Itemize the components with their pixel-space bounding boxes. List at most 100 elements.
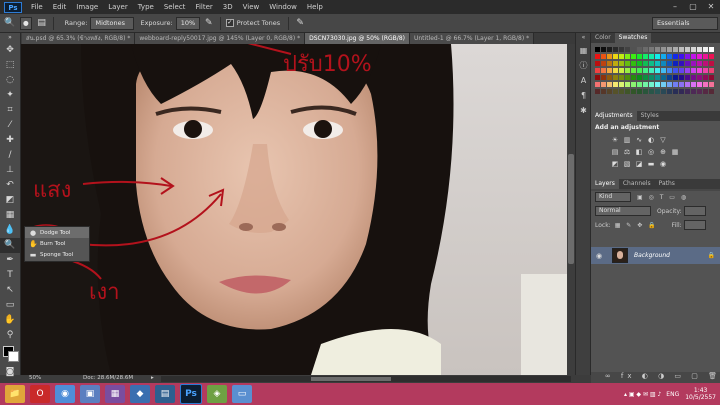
blur-tool-icon[interactable]: 💧 — [0, 223, 20, 238]
color-swatch[interactable] — [691, 82, 696, 87]
color-swatch[interactable] — [709, 89, 714, 94]
shape-tool-icon[interactable]: ▭ — [0, 298, 20, 313]
color-swatch[interactable] — [679, 61, 684, 66]
color-swatch[interactable] — [673, 54, 678, 59]
color-swatch[interactable] — [679, 82, 684, 87]
history-brush-icon[interactable]: ↶ — [0, 178, 20, 193]
color-swatch[interactable] — [709, 61, 714, 66]
tab-channels[interactable]: Channels — [619, 179, 655, 189]
range-select[interactable]: Midtones — [90, 16, 135, 30]
lookup-icon[interactable]: ▦ — [670, 147, 680, 157]
balance-icon[interactable]: ⚖ — [622, 147, 632, 157]
color-swatch[interactable] — [631, 54, 636, 59]
selective-color-icon[interactable]: ◉ — [658, 159, 668, 169]
color-swatch[interactable] — [703, 54, 708, 59]
color-swatch[interactable] — [637, 89, 642, 94]
clone-stamp-icon[interactable]: ⊥ — [0, 163, 20, 178]
doc-tab[interactable]: webboard-reply50017.jpg @ 145% (Layer 0,… — [135, 33, 306, 44]
color-swatch[interactable] — [661, 82, 666, 87]
crop-tool-icon[interactable]: ⌗ — [0, 103, 20, 118]
collapse-icon[interactable]: « — [576, 33, 591, 43]
color-swatch[interactable] — [685, 68, 690, 73]
lasso-tool-icon[interactable]: ◌ — [0, 73, 20, 88]
color-swatch[interactable] — [595, 75, 600, 80]
hand-tool-icon[interactable]: ✋ — [0, 313, 20, 328]
color-swatch[interactable] — [709, 68, 714, 73]
color-swatch[interactable] — [613, 47, 618, 52]
color-swatch[interactable] — [691, 68, 696, 73]
tab-swatches[interactable]: Swatches — [614, 33, 652, 43]
clock[interactable]: 1:43 10/5/2557 — [685, 387, 716, 401]
color-swatch[interactable] — [685, 89, 690, 94]
color-swatch[interactable] — [601, 47, 606, 52]
color-swatch[interactable] — [703, 75, 708, 80]
color-swatch[interactable] — [661, 89, 666, 94]
close-icon[interactable]: ✕ — [702, 0, 720, 14]
color-swatch[interactable] — [595, 54, 600, 59]
color-swatch[interactable] — [679, 68, 684, 73]
color-swatch[interactable] — [613, 75, 618, 80]
zoom-tool-icon[interactable]: ⚲ — [0, 328, 20, 343]
color-swatch[interactable] — [631, 75, 636, 80]
menu-type[interactable]: Type — [133, 0, 159, 14]
brush-panel-icon[interactable]: ▤ — [36, 17, 48, 29]
doc-tab[interactable]: Untitled-1 @ 66.7% (Layer 1, RGB/8) * — [409, 33, 535, 44]
doc-tab[interactable]: ส่น.psd @ 65.3% (ข้างหลัง, RGB/8) * — [22, 33, 136, 44]
invert-icon[interactable]: ◩ — [610, 159, 620, 169]
tray-icons[interactable]: ▴ ▣ ◆ ✉ ▥ ♪ — [624, 391, 661, 398]
color-swatch[interactable] — [643, 89, 648, 94]
color-swatch[interactable] — [607, 68, 612, 73]
marquee-tool-icon[interactable]: ⬚ — [0, 58, 20, 73]
menu-layer[interactable]: Layer — [103, 0, 133, 14]
menu-3d[interactable]: 3D — [218, 0, 238, 14]
kind-filter[interactable]: Kind — [595, 192, 631, 202]
menu-image[interactable]: Image — [71, 0, 103, 14]
color-swatch[interactable] — [649, 68, 654, 73]
color-swatch[interactable] — [607, 75, 612, 80]
color-swatch[interactable] — [649, 54, 654, 59]
opera-icon[interactable]: O — [30, 385, 50, 403]
color-swatch[interactable] — [619, 47, 624, 52]
dodge-tool-icon[interactable]: 🔍 — [0, 238, 20, 253]
color-swatch[interactable] — [625, 89, 630, 94]
blend-mode-select[interactable]: Normal — [595, 206, 651, 216]
color-swatch[interactable] — [607, 61, 612, 66]
color-swatch[interactable] — [697, 82, 702, 87]
gradient-map-icon[interactable]: ▬ — [646, 159, 656, 169]
color-swatch[interactable] — [703, 89, 708, 94]
lock-icons[interactable]: ▦ ✎ ✥ 🔒 — [615, 222, 658, 229]
menu-file[interactable]: File — [26, 0, 48, 14]
color-swatch[interactable] — [631, 47, 636, 52]
color-swatch[interactable] — [595, 82, 600, 87]
levels-icon[interactable]: ▥ — [622, 135, 632, 145]
zoom-level[interactable]: 50% — [29, 375, 41, 381]
color-swatch[interactable] — [697, 54, 702, 59]
color-swatch[interactable] — [613, 61, 618, 66]
color-swatch[interactable] — [601, 82, 606, 87]
color-swatch[interactable] — [637, 61, 642, 66]
color-swatch[interactable] — [697, 47, 702, 52]
color-swatch[interactable] — [673, 75, 678, 80]
color-swatch[interactable] — [625, 75, 630, 80]
horizontal-scrollbar[interactable] — [161, 376, 571, 382]
color-swatch[interactable] — [637, 54, 642, 59]
layer-row-background[interactable]: ◉ Background 🔒 — [591, 247, 720, 264]
color-swatch[interactable] — [667, 68, 672, 73]
path-select-icon[interactable]: ↖ — [0, 283, 20, 298]
color-swatch[interactable] — [601, 89, 606, 94]
color-swatch[interactable] — [697, 89, 702, 94]
color-swatch[interactable] — [679, 47, 684, 52]
color-swatch[interactable] — [661, 54, 666, 59]
color-swatch[interactable] — [649, 61, 654, 66]
app-icon[interactable]: ▦ — [105, 385, 125, 403]
color-swatch[interactable] — [655, 82, 660, 87]
menu-help[interactable]: Help — [302, 0, 328, 14]
color-swatch[interactable] — [649, 75, 654, 80]
color-swatch[interactable] — [601, 61, 606, 66]
opacity-input[interactable] — [683, 206, 706, 216]
color-swatch[interactable] — [637, 68, 642, 73]
menu-filter[interactable]: Filter — [190, 0, 217, 14]
color-swatch[interactable] — [691, 75, 696, 80]
dodge-tool-icon[interactable]: 🔍 — [4, 17, 16, 29]
tab-adjustments[interactable]: Adjustments — [591, 111, 637, 121]
